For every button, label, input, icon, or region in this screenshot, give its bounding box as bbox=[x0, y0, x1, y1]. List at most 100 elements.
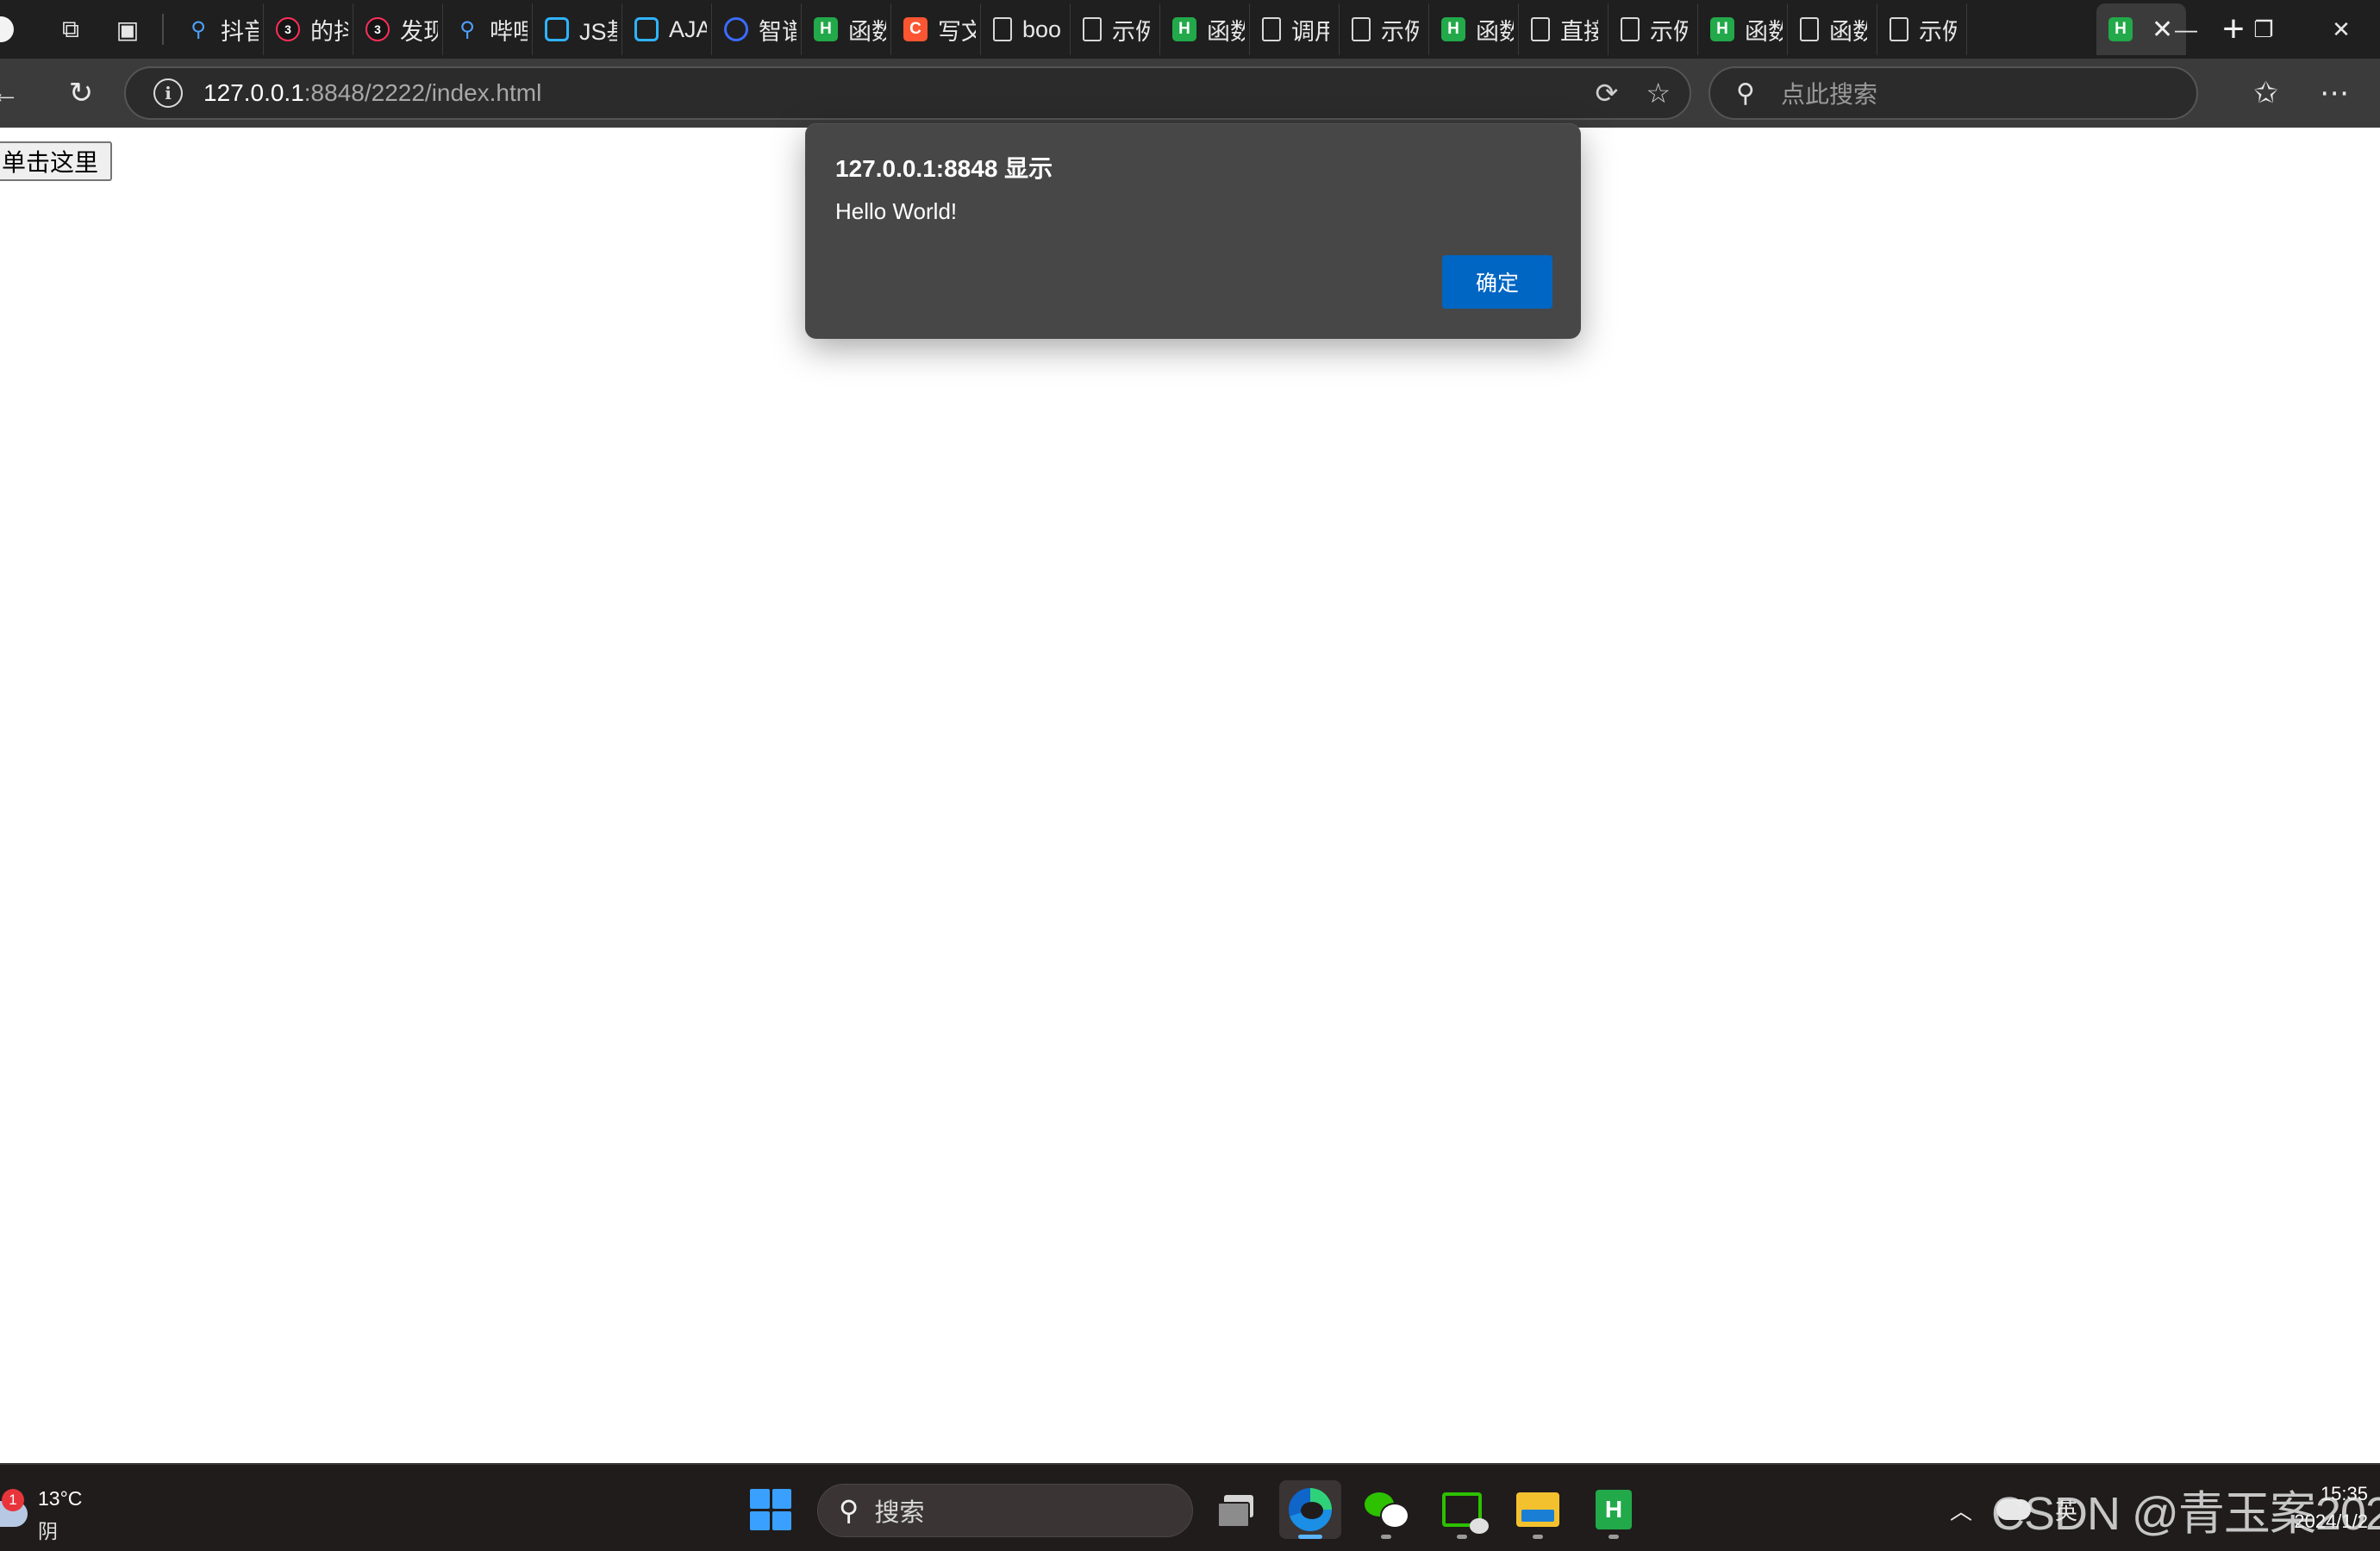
weather-temperature: 13°C bbox=[38, 1487, 83, 1510]
search-icon: ⚲ bbox=[839, 1495, 859, 1526]
document-icon bbox=[1352, 17, 1371, 41]
tab-11[interactable]: H 函数 bbox=[1160, 3, 1250, 55]
bilibili-icon bbox=[545, 17, 569, 41]
douyin-icon: 3 bbox=[365, 17, 390, 41]
hbuilder-icon: H bbox=[1441, 17, 1465, 41]
tab-title: 哔哩 bbox=[490, 18, 528, 45]
tab-3[interactable]: ⚲ 哔哩 bbox=[443, 3, 533, 55]
hbuilder-icon: H bbox=[1596, 1490, 1632, 1529]
refresh-icon[interactable]: ↻ bbox=[55, 67, 107, 119]
document-icon bbox=[1531, 17, 1550, 41]
tab-16[interactable]: 示例 bbox=[1609, 3, 1698, 55]
document-icon bbox=[1262, 17, 1281, 41]
site-info-icon[interactable]: i bbox=[153, 78, 183, 108]
search-icon: ⚲ bbox=[459, 17, 475, 41]
document-icon bbox=[1621, 17, 1640, 41]
tab-10[interactable]: 示例 bbox=[1071, 3, 1160, 55]
tab-title: 函数 bbox=[1476, 18, 1514, 45]
window-controls: — ❐ ✕ bbox=[2147, 0, 2380, 59]
tab-title: 智谱 bbox=[759, 18, 796, 45]
monitor-chat-icon bbox=[1442, 1492, 1489, 1534]
douyin-icon: 3 bbox=[276, 17, 300, 41]
edge-taskbar-button[interactable] bbox=[1279, 1480, 1341, 1539]
back-icon[interactable]: ← bbox=[0, 67, 31, 119]
tab-6[interactable]: 智谱 bbox=[712, 3, 802, 55]
csdn-icon: C bbox=[903, 17, 928, 41]
url-host: 127.0.0.1 bbox=[203, 79, 304, 106]
minimize-button[interactable]: — bbox=[2147, 0, 2225, 59]
taskbar-search[interactable]: ⚲ 搜索 bbox=[817, 1484, 1193, 1537]
tab-5[interactable]: AJA bbox=[622, 3, 712, 55]
more-menu-icon[interactable]: ⋯ bbox=[2320, 76, 2349, 110]
alert-dialog: 127.0.0.1:8848 显示 Hello World! 确定 bbox=[806, 124, 1580, 338]
tab-title: JS基 bbox=[579, 18, 617, 45]
ring-icon bbox=[724, 17, 748, 41]
url-path: :8848/2222/index.html bbox=[303, 79, 542, 106]
tab-title: 发现 bbox=[400, 18, 438, 45]
tab-2[interactable]: 3 发现 bbox=[353, 3, 443, 55]
tab-12[interactable]: 调用 bbox=[1250, 3, 1340, 55]
close-window-button[interactable]: ✕ bbox=[2302, 0, 2380, 59]
chevron-up-icon[interactable]: ︿ bbox=[1950, 1494, 1972, 1526]
collections-icon[interactable]: ⧉ bbox=[47, 5, 95, 53]
hbuilder-icon: H bbox=[1710, 17, 1734, 41]
wechat-taskbar-button[interactable] bbox=[1355, 1480, 1417, 1539]
toolbar-right: ✩ ⋯ bbox=[2254, 67, 2350, 119]
search-icon: ⚲ bbox=[191, 17, 206, 41]
tab-7[interactable]: H 函数 bbox=[802, 3, 891, 55]
tab-9[interactable]: boo bbox=[981, 3, 1071, 55]
click-here-button[interactable]: 单击这里 bbox=[0, 141, 113, 181]
favorite-star-icon[interactable]: ☆ bbox=[1646, 77, 1671, 109]
tab-strip: ⚲抖音3的抖3发现⚲哔哩JS基AJA智谱H函数C写文boo示例H函数调用示例H函… bbox=[174, 0, 2096, 59]
tab-15[interactable]: 直接 bbox=[1519, 3, 1609, 55]
tab-8[interactable]: C 写文 bbox=[891, 3, 981, 55]
edge-icon bbox=[1289, 1488, 1332, 1531]
hbuilder-icon: H bbox=[2108, 17, 2133, 41]
running-indicator bbox=[1533, 1535, 1543, 1539]
weather-condition: 阴 bbox=[38, 1520, 58, 1542]
tab-13[interactable]: 示例 bbox=[1340, 3, 1429, 55]
tab-title: 抖音 bbox=[221, 18, 259, 45]
tab-title: 函数 bbox=[1745, 18, 1783, 45]
search-box[interactable]: ⚲ 点此搜索 bbox=[1708, 66, 2198, 120]
browser-toolbar: ← ↻ i 127.0.0.1:8848/2222/index.html ⟳ ☆… bbox=[0, 59, 2380, 128]
tab-title: 直接 bbox=[1560, 18, 1598, 45]
tab-title: AJA bbox=[669, 16, 707, 42]
tab-title: 的抖 bbox=[310, 18, 348, 45]
screen: ⧉ ▣ ⚲ 抖音 3 的抖 3 发现 ⚲ 哔哩 JS基 AJA 智谱 H 函数 C 写文 boo 示例 H 函数 调用… bbox=[0, 0, 2380, 1551]
tab-1[interactable]: 3 的抖 bbox=[264, 3, 353, 55]
read-aloud-icon[interactable]: ⟳ bbox=[1596, 77, 1619, 109]
tab-17[interactable]: H 函数 bbox=[1698, 3, 1788, 55]
weather-widget[interactable]: 1 13°C 阴 bbox=[0, 1482, 95, 1542]
tab-0[interactable]: ⚲ 抖音 bbox=[174, 3, 264, 55]
browser-tab-bar: ⧉ ▣ ⚲ 抖音 3 的抖 3 发现 ⚲ 哔哩 JS基 AJA 智谱 H 函数 C 写文 boo 示例 H 函数 调用… bbox=[0, 0, 2380, 59]
remote-app-taskbar-button[interactable] bbox=[1431, 1480, 1493, 1539]
watermark-text: CSDN @青玉案2024 bbox=[1991, 1488, 2380, 1540]
address-bar[interactable]: i 127.0.0.1:8848/2222/index.html ⟳ ☆ bbox=[124, 66, 1691, 120]
dialog-ok-button[interactable]: 确定 bbox=[1442, 255, 1552, 309]
hbuilder-taskbar-button[interactable]: H bbox=[1583, 1480, 1645, 1539]
task-view-icon bbox=[1217, 1495, 1255, 1528]
tab-title: 函数 bbox=[848, 18, 886, 45]
tab-title: 示例 bbox=[1919, 18, 1957, 45]
dialog-message: Hello World! bbox=[835, 198, 958, 224]
bilibili-icon bbox=[634, 17, 659, 41]
tab-title: 示例 bbox=[1650, 18, 1688, 45]
file-explorer-taskbar-button[interactable] bbox=[1507, 1480, 1569, 1539]
task-view-button[interactable] bbox=[1205, 1480, 1267, 1539]
tab-4[interactable]: JS基 bbox=[533, 3, 622, 55]
document-icon bbox=[993, 17, 1012, 41]
restore-button[interactable]: ❐ bbox=[2225, 0, 2302, 59]
tab-title: 写文 bbox=[938, 18, 976, 45]
vertical-tabs-icon[interactable]: ▣ bbox=[103, 5, 152, 53]
tab-separator bbox=[162, 14, 164, 45]
url-text[interactable]: 127.0.0.1:8848/2222/index.html bbox=[203, 79, 541, 107]
tab-14[interactable]: H 函数 bbox=[1429, 3, 1519, 55]
tab-title: 函数 bbox=[1829, 18, 1867, 45]
favorites-icon[interactable]: ✩ bbox=[2254, 76, 2279, 110]
profile-avatar[interactable] bbox=[0, 16, 14, 42]
tab-18[interactable]: 函数 bbox=[1788, 3, 1877, 55]
tab-title: 示例 bbox=[1112, 18, 1150, 45]
windows-start-icon[interactable] bbox=[750, 1489, 791, 1530]
tab-19[interactable]: 示例 bbox=[1877, 3, 1967, 55]
